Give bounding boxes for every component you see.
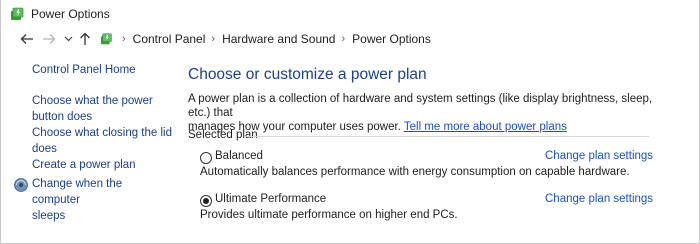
- change-plan-settings-link[interactable]: Change plan settings: [545, 150, 653, 162]
- power-options-icon: [10, 6, 26, 22]
- title-bar: Power Options: [1, 0, 699, 28]
- breadcrumb-separator-icon: ›: [211, 33, 216, 45]
- plan-name[interactable]: Balanced: [215, 150, 263, 162]
- forward-button[interactable]: [40, 30, 58, 48]
- main-panel: Choose or customize a power plan A power…: [188, 54, 688, 244]
- group-divider: [245, 136, 649, 137]
- page-description: A power plan is a collection of hardware…: [188, 92, 658, 134]
- plan-name[interactable]: Ultimate Performance: [215, 193, 326, 205]
- power-options-crumb-icon: [100, 32, 114, 46]
- radio-selected-dot: [203, 198, 209, 204]
- power-options-window: Power Options › Control Panel › Hardware…: [0, 0, 700, 244]
- back-arrow-icon: [20, 34, 33, 44]
- sidebar-item-change-sleep[interactable]: Change when the computer sleeps: [32, 176, 173, 224]
- sidebar-item-label: Choose what closing the lid: [32, 127, 172, 139]
- plan-balanced-radio[interactable]: [200, 152, 212, 164]
- forward-arrow-icon: [43, 34, 56, 44]
- change-plan-settings-link[interactable]: Change plan settings: [545, 193, 653, 205]
- address-bar: › Control Panel › Hardware and Sound › P…: [1, 28, 699, 50]
- window-title: Power Options: [31, 7, 110, 21]
- sidebar-item-control-panel-home[interactable]: Control Panel Home: [32, 62, 136, 78]
- description-line: manages how your computer uses power. Te…: [188, 120, 658, 134]
- breadcrumb-separator-icon: ›: [122, 33, 126, 45]
- breadcrumb: › Control Panel › Hardware and Sound › P…: [122, 32, 431, 46]
- selected-plan-label: Selected plan: [188, 129, 258, 141]
- recent-locations-button[interactable]: [62, 30, 74, 48]
- plan-description: Automatically balances performance with …: [200, 166, 630, 178]
- chevron-down-icon: [64, 36, 72, 42]
- description-line: A power plan is a collection of hardware…: [188, 93, 653, 119]
- up-button[interactable]: [76, 30, 94, 48]
- breadcrumb-hardware-and-sound[interactable]: Hardware and Sound: [222, 32, 335, 46]
- tell-me-more-link[interactable]: Tell me more about power plans: [404, 121, 567, 133]
- back-button[interactable]: [18, 30, 36, 48]
- content-area: Control Panel Home Choose what the power…: [1, 54, 699, 244]
- sidebar-item-label: Choose what the power: [32, 95, 153, 107]
- up-arrow-icon: [80, 32, 90, 45]
- sidebar-item-closing-lid[interactable]: Choose what closing the lid does: [32, 125, 172, 157]
- breadcrumb-separator-icon: ›: [341, 33, 346, 45]
- page-title: Choose or customize a power plan: [188, 66, 427, 83]
- sidebar-item-label: sleeps: [32, 210, 66, 222]
- breadcrumb-power-options[interactable]: Power Options: [352, 32, 431, 46]
- breadcrumb-control-panel[interactable]: Control Panel: [133, 32, 206, 46]
- sidebar-item-power-button[interactable]: Choose what the power button does: [32, 93, 153, 125]
- sidebar-item-label: button does: [32, 111, 93, 123]
- sidebar: Control Panel Home Choose what the power…: [1, 54, 173, 244]
- sidebar-item-label: Create a power plan: [32, 159, 136, 171]
- sidebar-item-label: does: [32, 143, 57, 155]
- plan-description: Provides ultimate performance on higher …: [200, 209, 458, 221]
- plan-ultimate-performance-radio[interactable]: [200, 195, 212, 207]
- sidebar-item-create-power-plan[interactable]: Create a power plan: [32, 157, 136, 173]
- sidebar-item-label: Change when the computer: [32, 178, 123, 206]
- shield-icon: [13, 177, 29, 193]
